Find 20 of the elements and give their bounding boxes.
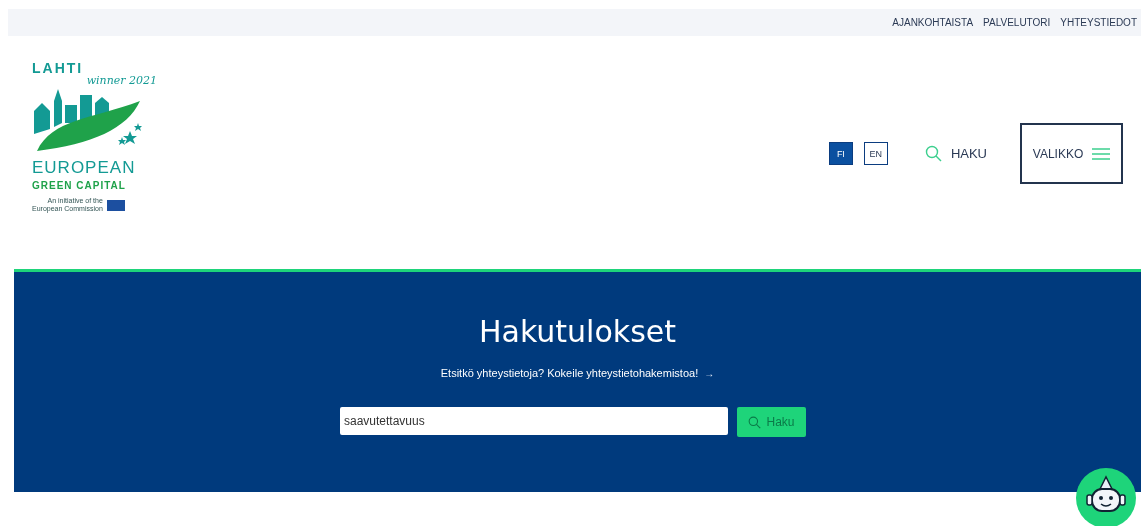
menu-button[interactable]: VALIKKO: [1020, 123, 1123, 184]
search-link[interactable]: HAKU: [924, 145, 987, 162]
top-nav-link[interactable]: AJANKOHTAISTA: [892, 17, 974, 28]
arrow-text: →: [704, 367, 715, 379]
top-nav-link[interactable]: PALVELUTORI: [983, 17, 1051, 28]
search-icon: [748, 415, 762, 429]
eu-flag-icon: [106, 199, 125, 211]
language-button[interactable]: EN: [863, 142, 888, 165]
language-button[interactable]: FI: [828, 142, 853, 165]
logo-city: LAHTI: [32, 60, 85, 76]
logo-capital-text: GREEN CAPITAL: [32, 180, 127, 191]
search-field[interactable]: saavutettavuus: [340, 407, 728, 435]
directory-link[interactable]: Etsitkö yhteystietoja? Kokeile yhteystietohakemistoa!: [440, 367, 699, 379]
logo-winner: winner 2021: [86, 74, 157, 87]
menu-icon: [1092, 147, 1111, 160]
search-icon: [924, 145, 942, 162]
robot-chat-icon[interactable]: [1075, 467, 1137, 526]
page-title: Hakutulokset: [478, 314, 677, 349]
logo-european: EUROPEAN: [32, 159, 137, 177]
top-nav-link[interactable]: YHTEYSTIEDOT: [1060, 17, 1137, 28]
